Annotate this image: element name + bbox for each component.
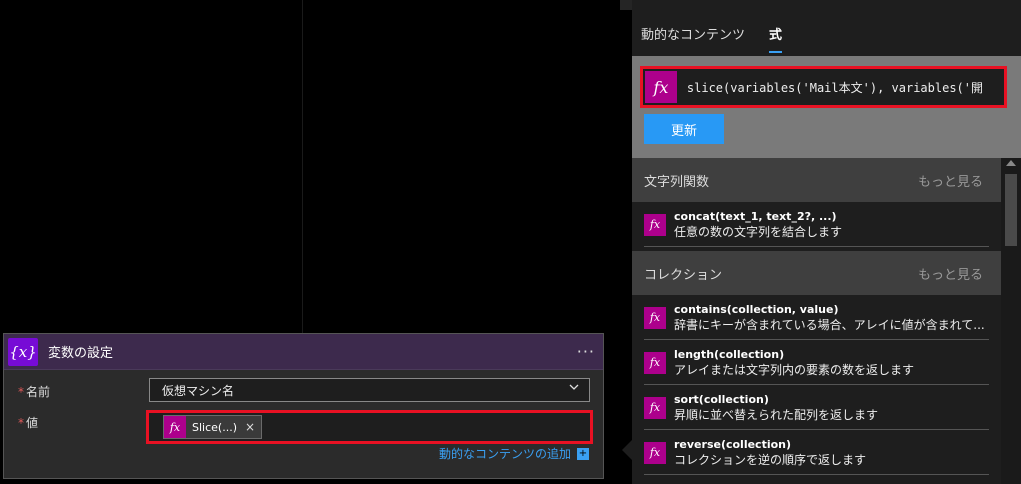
function-text: reverse(collection) コレクションを逆の順序で返します [674,438,1001,468]
value-label-text: 値 [26,416,39,430]
tab-dynamic-content[interactable]: 動的なコンテンツ [641,24,745,43]
expression-area: fx slice(variables('Mail本文'), variables(… [632,56,1021,158]
expression-token[interactable]: fx Slice(...) × [163,415,263,439]
scroll-thumb[interactable] [1005,174,1017,246]
fx-icon: fx [644,441,666,464]
see-more-link[interactable]: もっと見る [918,171,983,190]
function-text: contains(collection, value) 辞書にキーが含まれている… [674,303,1001,333]
function-name: contains(collection, value) [674,302,839,316]
card-header[interactable]: {x} 変数の設定 ··· [4,334,603,370]
plus-icon: + [577,447,589,460]
dynamic-content-panel: 動的なコンテンツ 式 fx slice(variables('Mail本文'),… [632,0,1021,484]
name-select-value: 仮想マシン名 [162,383,235,398]
function-text: concat(text_1, text_2?, ...) 任意の数の文字列を結合… [674,210,1001,240]
expression-input[interactable]: fx slice(variables('Mail本文'), variables(… [640,66,1007,108]
section-string-functions: 文字列関数 もっと見る [632,158,1001,202]
required-mark: * [18,385,24,399]
function-list: 文字列関数 もっと見る fx concat(text_1, text_2?, .… [632,158,1001,484]
see-more-link[interactable]: もっと見る [918,264,983,283]
name-label-text: 名前 [26,385,51,399]
token-label: Slice(...) [192,420,237,434]
add-dynamic-content-label: 動的なコンテンツの追加 [438,447,571,461]
tab-expression[interactable]: 式 [769,24,783,53]
fx-icon: fx [164,416,186,438]
update-button[interactable]: 更新 [644,114,724,144]
name-select[interactable]: 仮想マシン名 [149,378,590,402]
function-text: sort(collection) 昇順に並べ替えられた配列を返します [674,393,1001,423]
fx-icon: fx [644,213,666,236]
panel-pointer [622,440,632,460]
function-item-length[interactable]: fx length(collection) アレイまたは文字列内の要素の数を返し… [632,340,1001,385]
function-name: concat(text_1, text_2?, ...) [674,209,837,223]
flow-connector-line [302,0,303,334]
value-label: * 値 [18,414,38,431]
fx-icon: fx [644,306,666,329]
function-name: reverse(collection) [674,437,792,451]
function-desc: コレクションを逆の順序で返します [674,452,867,467]
chevron-down-icon [569,384,579,390]
add-dynamic-content-link[interactable]: 動的なコンテンツの追加 + [439,445,589,462]
fx-icon: fx [644,351,666,374]
function-item-sort[interactable]: fx sort(collection) 昇順に並べ替えられた配列を返します [632,385,1001,430]
section-title: コレクション [644,267,723,283]
function-desc: アレイまたは文字列内の要素の数を返します [674,362,915,377]
function-item-contains[interactable]: fx contains(collection, value) 辞書にキーが含まれ… [632,295,1001,340]
fx-icon: fx [645,71,677,103]
function-item-reverse[interactable]: fx reverse(collection) コレクションを逆の順序で返します [632,430,1001,475]
more-options-button[interactable]: ··· [577,342,595,361]
name-label: * 名前 [18,383,50,400]
expression-text[interactable]: slice(variables('Mail本文'), variables('開 [687,79,1004,96]
panel-tabs: 動的なコンテンツ 式 [632,10,1021,56]
function-desc: 辞書にキーが含まれている場合、アレイに値が含まれて... [674,317,985,332]
section-collection: コレクション もっと見る [632,251,1001,295]
variable-icon: {x} [8,337,38,366]
section-title: 文字列関数 [644,174,710,190]
value-input[interactable]: fx Slice(...) × [146,410,593,444]
function-text: length(collection) アレイまたは文字列内の要素の数を返します [674,348,1001,378]
function-name: sort(collection) [674,392,769,406]
card-title: 変数の設定 [48,346,114,361]
function-desc: 任意の数の文字列を結合します [674,224,843,239]
required-mark: * [18,416,24,430]
token-remove-button[interactable]: × [245,420,255,434]
function-name: length(collection) [674,347,785,361]
function-desc: 昇順に並べ替えられた配列を返します [674,407,879,422]
function-item-concat[interactable]: fx concat(text_1, text_2?, ...) 任意の数の文字列… [632,202,1001,247]
scroll-up-icon[interactable] [1006,160,1016,166]
fx-icon: fx [644,396,666,419]
function-list-scrollbar[interactable] [1001,158,1021,484]
set-variable-card: {x} 変数の設定 ··· * 名前 仮想マシン名 * 値 fx Slice(...… [3,333,604,479]
